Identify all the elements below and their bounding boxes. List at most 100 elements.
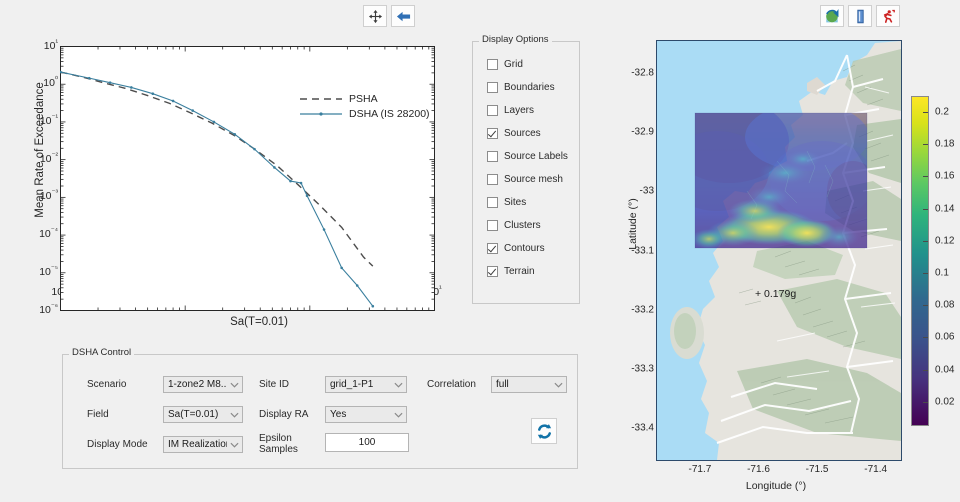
epsilon-samples-label-line2: Samples — [259, 444, 298, 455]
option-grid-label: Grid — [504, 59, 523, 70]
epsilon-samples-input[interactable]: 100 — [325, 433, 409, 452]
colorbar-tick-label: 0.14 — [935, 203, 954, 214]
option-sources-label: Sources — [504, 128, 541, 139]
checkbox-icon[interactable] — [487, 243, 498, 254]
option-boundaries[interactable]: Boundaries — [487, 76, 579, 99]
checkbox-icon[interactable] — [487, 59, 498, 70]
colorbar-gradient — [911, 96, 929, 426]
display-ra-label: Display RA — [259, 409, 308, 420]
chevron-down-icon — [227, 442, 242, 448]
colorbar-toggle-button[interactable] — [848, 5, 872, 27]
option-source-labels-label: Source Labels — [504, 151, 568, 162]
option-sources[interactable]: Sources — [487, 122, 579, 145]
legend-label: PSHA — [349, 93, 378, 105]
option-source-labels[interactable]: Source Labels — [487, 145, 579, 168]
checkbox-icon[interactable] — [487, 151, 498, 162]
chart-plot-area[interactable] — [60, 46, 435, 311]
site-marker-label[interactable]: + 0.179g — [755, 288, 796, 300]
legend-item[interactable]: DSHA (IS 28200) — [299, 106, 430, 121]
sync-arrows-icon — [535, 422, 554, 441]
scenario-value: 1-zone2 M8... — [164, 379, 227, 390]
map-x-tick-label: -71.6 — [747, 464, 770, 475]
chart-data-point — [356, 284, 359, 287]
site-id-dropdown[interactable]: grid_1-P1 — [325, 376, 407, 393]
chart-data-point — [233, 133, 236, 136]
option-source-mesh[interactable]: Source mesh — [487, 168, 579, 191]
field-dropdown[interactable]: Sa(T=0.01) — [163, 406, 243, 423]
colorbar-tick-label: 0.16 — [935, 171, 954, 182]
option-grid[interactable]: Grid — [487, 53, 579, 76]
map-x-tick-label: -71.5 — [806, 464, 829, 475]
display-ra-dropdown[interactable]: Yes — [325, 406, 407, 423]
display-options-title: Display Options — [479, 34, 552, 45]
display-ra-value: Yes — [326, 409, 391, 420]
checkbox-icon[interactable] — [487, 220, 498, 231]
chart-data-point — [253, 148, 256, 151]
option-contours-label: Contours — [504, 243, 545, 254]
im-overlay — [665, 99, 879, 249]
seismic-hazard-app: Mean Rate of Exceedance Sa(T=0.01) 10¹10… — [0, 0, 960, 502]
chart-data-point — [130, 86, 133, 89]
chart-data-point — [273, 166, 276, 169]
correlation-value: full — [492, 379, 551, 390]
back-button[interactable] — [391, 5, 415, 27]
option-contours[interactable]: Contours — [487, 237, 579, 260]
colorbar-tick-label: 0.06 — [935, 332, 954, 343]
chevron-down-icon — [391, 382, 406, 388]
option-boundaries-label: Boundaries — [504, 82, 555, 93]
chart-y-tick-label: 10⁻¹ — [24, 115, 58, 127]
checkbox-icon[interactable] — [487, 128, 498, 139]
refresh-map-button[interactable] — [820, 5, 844, 27]
hazard-curve-chart: Mean Rate of Exceedance Sa(T=0.01) 10¹10… — [14, 36, 454, 336]
map-y-tick-label: -33.1 — [610, 245, 654, 256]
checkbox-icon[interactable] — [487, 82, 498, 93]
map-colorbar[interactable]: 0.20.180.160.140.120.10.080.060.040.02 — [911, 96, 955, 426]
epsilon-samples-label-line1: Epsilon — [259, 433, 292, 444]
map-render — [657, 41, 901, 460]
chart-y-tick-label: 10⁻³ — [24, 190, 58, 202]
colorbar-tickmark — [923, 273, 928, 274]
option-clusters[interactable]: Clusters — [487, 214, 579, 237]
option-layers[interactable]: Layers — [487, 99, 579, 122]
option-terrain[interactable]: Terrain — [487, 260, 579, 283]
chart-y-tick-label: 10⁻² — [24, 153, 58, 165]
correlation-dropdown[interactable]: full — [491, 376, 567, 393]
chart-data-point — [191, 109, 194, 112]
scenario-label: Scenario — [87, 379, 126, 390]
checkbox-icon[interactable] — [487, 105, 498, 116]
dsha-control-title: DSHA Control — [69, 347, 134, 358]
map-x-tick-label: -71.7 — [689, 464, 712, 475]
field-value: Sa(T=0.01) — [164, 409, 227, 420]
chart-y-tick-label: 10⁻⁴ — [24, 228, 58, 240]
map-x-axis-label: Longitude (°) — [650, 480, 902, 492]
chart-legend: PSHA DSHA (IS 28200) — [299, 91, 430, 121]
chart-data-point — [306, 195, 309, 198]
chevron-down-icon — [391, 412, 406, 418]
map-toolbar — [820, 5, 900, 27]
checkbox-icon[interactable] — [487, 197, 498, 208]
run-analysis-button[interactable] — [876, 5, 900, 27]
scenario-dropdown[interactable]: 1-zone2 M8... — [163, 376, 243, 393]
map-x-tick-label: -71.4 — [864, 464, 887, 475]
colorbar-tick-label: 0.02 — [935, 396, 954, 407]
map-canvas[interactable]: + 0.179g — [656, 40, 902, 461]
display-mode-dropdown[interactable]: IM Realization — [163, 436, 243, 453]
colorbar-tickmark — [923, 176, 928, 177]
map-y-tick-label: -33.3 — [610, 364, 654, 375]
dsha-refresh-button[interactable] — [531, 418, 557, 444]
colorbar-tickmark — [923, 370, 928, 371]
chart-data-point — [172, 100, 175, 103]
option-sites[interactable]: Sites — [487, 191, 579, 214]
chart-toolbar — [363, 5, 415, 27]
checkbox-icon[interactable] — [487, 266, 498, 277]
chart-x-axis-label: Sa(T=0.01) — [64, 316, 454, 328]
site-id-label: Site ID — [259, 379, 289, 390]
dsha-control-panel: DSHA Control Scenario 1-zone2 M8... Fiel… — [62, 354, 578, 469]
legend-item[interactable]: PSHA — [299, 91, 430, 106]
pan-tool-button[interactable] — [363, 5, 387, 27]
checkbox-icon[interactable] — [487, 174, 498, 185]
display-options-panel: Display Options GridBoundariesLayersSour… — [472, 41, 580, 304]
legend-label: DSHA (IS 28200) — [349, 108, 430, 120]
chart-data-point — [340, 267, 343, 270]
option-layers-label: Layers — [504, 105, 534, 116]
